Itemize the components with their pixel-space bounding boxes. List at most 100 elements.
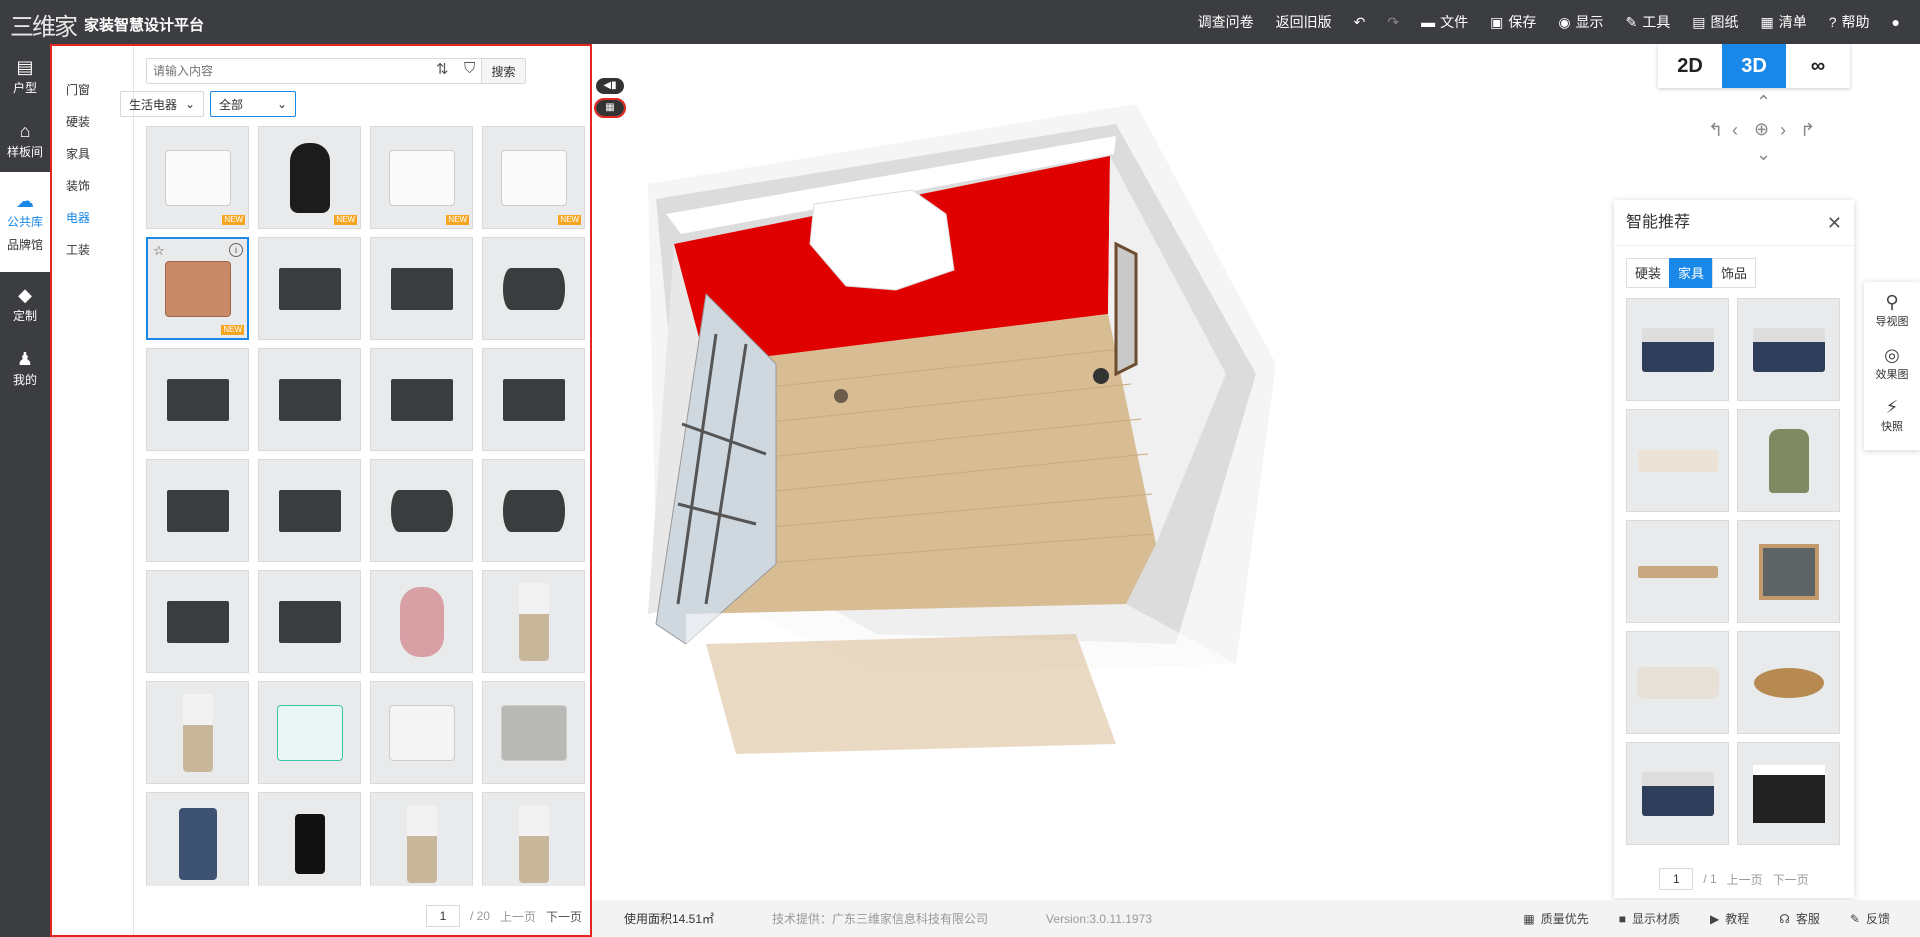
nav-brand-hall-label[interactable]: 品牌馆 [7,236,43,253]
sort-icon[interactable]: ⇅ [436,60,449,78]
search-button[interactable]: 搜索 [481,59,525,83]
product-tile[interactable]: NEW [370,126,473,229]
recommend-tile[interactable] [1737,409,1840,512]
search-input[interactable] [147,59,481,83]
chevron-right-icon[interactable]: › [1780,120,1786,141]
tab-ornaments[interactable]: 饰品 [1712,258,1757,288]
product-tile[interactable]: NEW [258,126,361,229]
product-tile[interactable] [146,570,249,673]
3d-viewport[interactable] [596,44,1608,900]
close-icon[interactable]: ✕ [1827,200,1842,246]
save-menu[interactable]: ▣ 保存 [1490,12,1536,32]
product-tile[interactable] [482,237,585,340]
product-tile[interactable] [146,681,249,784]
product-tile[interactable] [482,570,585,673]
filter-icon[interactable]: ⛉ [464,60,475,77]
snapshot-button[interactable]: ⚡ 快照 [1881,397,1903,450]
recommend-tile[interactable] [1737,298,1840,401]
product-tile[interactable] [146,348,249,451]
page-input[interactable]: 1 [425,905,460,927]
category-item[interactable]: 家具 [52,138,133,170]
product-tile[interactable] [370,459,473,562]
logo[interactable]: 三维家 家装智慧设计平台 [10,7,204,42]
product-tile[interactable] [482,681,585,784]
feedback-button[interactable]: ✎ 反馈 [1850,910,1890,927]
product-tile[interactable] [370,237,473,340]
recommend-tile[interactable] [1626,742,1729,845]
prev-page-button[interactable]: 上一页 [500,908,536,925]
product-thumbnail [390,267,453,310]
recommend-tile[interactable] [1626,631,1729,734]
product-tile[interactable] [482,348,585,451]
type-select[interactable]: 生活电器 ⌄ [120,91,204,117]
display-menu[interactable]: ◉ 显示 [1558,12,1603,32]
product-tile[interactable] [258,792,361,886]
product-tile[interactable]: NEW [146,126,249,229]
product-thumbnail [182,693,213,772]
old-version-link[interactable]: 返回旧版 [1276,12,1332,32]
product-tile[interactable] [258,459,361,562]
nav-custom[interactable]: ◆ 定制 [0,272,50,336]
mode-vr-button[interactable]: ∞ [1786,44,1850,88]
product-tile[interactable]: NEW ☆ i [146,237,249,340]
support-button[interactable]: ☊ 客服 [1779,910,1820,927]
product-tile[interactable] [370,348,473,451]
nav-public-library[interactable]: ☁ 公共库 品牌馆 [0,172,50,272]
target-icon[interactable]: ⊕ [1754,119,1769,140]
tools-menu[interactable]: ✎ 工具 [1626,12,1671,32]
product-tile[interactable] [370,681,473,784]
help-menu[interactable]: ? 帮助 [1829,12,1870,32]
category-item-active[interactable]: 电器 [52,202,133,234]
recommend-tile[interactable] [1626,520,1729,623]
chevron-down-icon[interactable]: ⌄ [1756,144,1771,165]
recommend-tile[interactable] [1626,298,1729,401]
info-icon[interactable]: i [229,243,243,257]
category-item[interactable]: 装饰 [52,170,133,202]
product-tile[interactable] [146,792,249,886]
product-tile[interactable] [146,459,249,562]
nav-floorplan[interactable]: ▤ 户型 [0,44,50,108]
next-page-button[interactable]: 下一页 [1773,871,1809,888]
tutorial-button[interactable]: ▶ 教程 [1710,910,1749,927]
drawing-menu[interactable]: ▤ 图纸 [1692,12,1738,32]
category-item[interactable]: 工装 [52,234,133,266]
product-tile[interactable] [482,459,585,562]
render-button[interactable]: ◎ 效果图 [1876,345,1909,398]
mode-3d-button[interactable]: 3D [1722,44,1786,88]
undo-button[interactable]: ↶ [1354,14,1366,31]
page-input[interactable]: 1 [1659,868,1694,890]
tab-furniture[interactable]: 家具 [1669,258,1714,288]
tab-hard-decor[interactable]: 硬装 [1626,258,1671,288]
nav-mine[interactable]: ♟ 我的 [0,336,50,400]
recommend-tile[interactable] [1737,742,1840,845]
redo-button[interactable]: ↷ [1387,14,1399,31]
chevron-left-icon[interactable]: ‹ [1732,120,1738,141]
product-tile[interactable] [258,237,361,340]
product-tile[interactable] [370,570,473,673]
recommend-tile[interactable] [1626,409,1729,512]
nav-showroom[interactable]: ⌂ 样板间 [0,108,50,172]
next-page-button[interactable]: 下一页 [546,908,582,925]
rotate-left-icon[interactable]: ↰ [1708,120,1723,141]
material-toggle[interactable]: ■ 显示材质 [1619,910,1680,927]
product-tile[interactable] [370,792,473,886]
product-tile[interactable] [258,681,361,784]
product-tile[interactable] [482,792,585,886]
guide-view-button[interactable]: ⚲ 导视图 [1876,292,1909,345]
survey-link[interactable]: 调查问卷 [1198,12,1254,32]
product-tile[interactable] [258,570,361,673]
mode-2d-button[interactable]: 2D [1658,44,1722,88]
product-tile[interactable] [258,348,361,451]
product-tile[interactable]: NEW [482,126,585,229]
star-icon[interactable]: ☆ [153,243,165,259]
subtype-select[interactable]: 全部 ⌄ [210,91,296,117]
prev-page-button[interactable]: 上一页 [1727,871,1763,888]
recommend-tile[interactable] [1737,520,1840,623]
chevron-up-icon[interactable]: ⌃ [1756,92,1771,113]
list-menu[interactable]: ▦ 清单 [1761,12,1807,32]
user-menu[interactable]: ● [1892,14,1900,30]
recommend-tile[interactable] [1737,631,1840,734]
quality-toggle[interactable]: ▦ 质量优先 [1523,910,1588,927]
rotate-right-icon[interactable]: ↱ [1800,120,1815,141]
file-menu[interactable]: ▬ 文件 [1421,12,1468,32]
